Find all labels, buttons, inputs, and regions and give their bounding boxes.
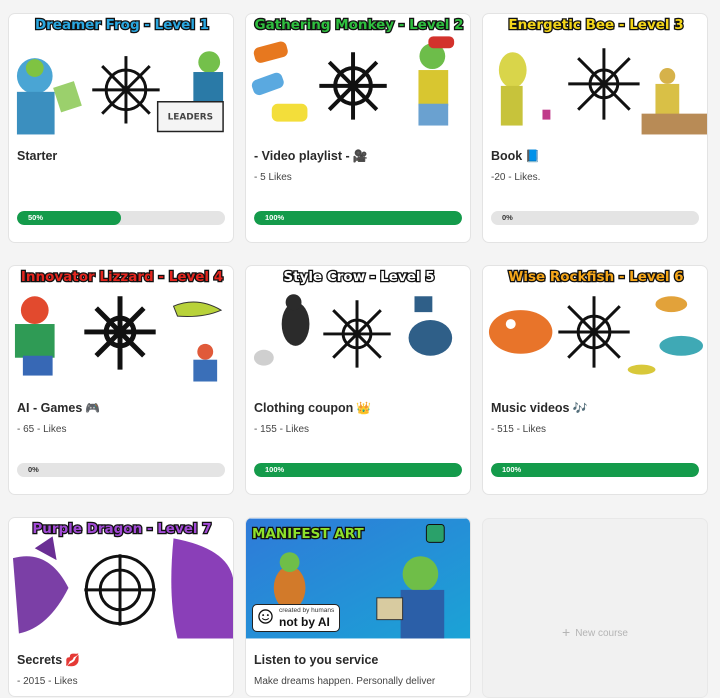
likes-count: - 2015 - Likes bbox=[17, 676, 78, 687]
level-banner: Purple Dragon - Level 7 bbox=[31, 520, 213, 539]
video-camera-icon: 🎥 bbox=[352, 149, 368, 163]
svg-text:Gathering Monkey - Level 2: Gathering Monkey - Level 2 bbox=[255, 17, 464, 33]
course-card-5[interactable]: Style Crow - Level 5 Clothing coupon 👑 - … bbox=[245, 265, 471, 495]
progress-label: 100% bbox=[502, 465, 522, 474]
progress-bar: 0% bbox=[491, 211, 699, 225]
badge-line-1: created by humans bbox=[279, 607, 335, 614]
likes-count: - 65 - Likes bbox=[17, 424, 67, 435]
progress-bar: 0% bbox=[17, 463, 225, 477]
smiley-icon bbox=[258, 609, 273, 624]
new-course-label: New course bbox=[575, 628, 628, 639]
svg-text:Wise Rockfish - Level 6: Wise Rockfish - Level 6 bbox=[508, 269, 683, 285]
gamepad-icon: 🎮 bbox=[85, 401, 101, 415]
progress-fill bbox=[254, 211, 462, 225]
progress-fill bbox=[491, 463, 699, 477]
course-card-7[interactable]: Purple Dragon - Level 7 Secrets 💋 - 2015 … bbox=[8, 517, 234, 697]
course-card-4[interactable]: Innovator Lizzard - Level 4 AI - Games 🎮 … bbox=[8, 265, 234, 495]
course-title: Music videos 🎶 bbox=[491, 401, 588, 415]
course-title: - Video playlist - 🎥 bbox=[254, 149, 368, 163]
svg-text:Purple Dragon - Level 7: Purple Dragon - Level 7 bbox=[32, 521, 211, 537]
course-card-6[interactable]: Wise Rockfish - Level 6 Music videos 🎶 - … bbox=[482, 265, 708, 495]
course-title: Listen to you service bbox=[254, 653, 379, 667]
likes-count: - 5 Likes bbox=[254, 172, 292, 183]
level-banner: Energetic Bee - Level 3 bbox=[507, 16, 685, 35]
course-title: AI - Games 🎮 bbox=[17, 401, 101, 415]
course-card-8[interactable]: MANIFEST ART created by humans not by AI… bbox=[245, 517, 471, 697]
progress-bar: 100% bbox=[491, 463, 699, 477]
level-banner: Dreamer Frog - Level 1 bbox=[34, 16, 211, 35]
level-banner: Innovator Lizzard - Level 4 bbox=[20, 268, 225, 287]
course-card-1[interactable]: LEADERS Dreamer Frog - Level 1 Starter 5… bbox=[8, 13, 234, 243]
badge-line-2: not by AI bbox=[279, 615, 330, 629]
course-title: Book 📘 bbox=[491, 149, 541, 163]
level-banner: Gathering Monkey - Level 2 bbox=[253, 16, 465, 35]
level-banner: Wise Rockfish - Level 6 bbox=[507, 268, 685, 287]
course-title: Starter bbox=[17, 149, 58, 163]
likes-count: - 515 - Likes bbox=[491, 424, 547, 435]
new-course-button[interactable]: + New course bbox=[482, 518, 708, 698]
svg-text:Style Crow - Level 5: Style Crow - Level 5 bbox=[283, 269, 434, 285]
progress-label: 100% bbox=[265, 465, 285, 474]
likes-count: -20 - Likes. bbox=[491, 172, 541, 183]
progress-bar: 100% bbox=[254, 463, 462, 477]
lips-icon: 💋 bbox=[65, 653, 81, 667]
crown-icon: 👑 bbox=[356, 401, 372, 415]
course-description: Make dreams happen. Personally deliver bbox=[254, 676, 436, 687]
plus-icon: + bbox=[562, 624, 571, 640]
svg-text:MANIFEST ART: MANIFEST ART bbox=[252, 526, 365, 542]
not-by-ai-badge: created by humans not by AI bbox=[252, 604, 340, 632]
progress-label: 100% bbox=[265, 213, 285, 222]
progress-label: 50% bbox=[28, 213, 44, 222]
svg-text:Innovator Lizzard - Level 4: Innovator Lizzard - Level 4 bbox=[21, 269, 223, 285]
blue-book-icon: 📘 bbox=[525, 149, 541, 163]
course-card-3[interactable]: Energetic Bee - Level 3 Book 📘 -20 - Like… bbox=[482, 13, 708, 243]
progress-label: 0% bbox=[502, 213, 513, 222]
svg-text:Dreamer Frog - Level 1: Dreamer Frog - Level 1 bbox=[35, 17, 209, 33]
progress-bar: 50% bbox=[17, 211, 225, 225]
likes-count: - 155 - Likes bbox=[254, 424, 310, 435]
music-notes-icon: 🎶 bbox=[572, 401, 588, 415]
course-title: Secrets 💋 bbox=[17, 653, 81, 667]
svg-text:LEADERS: LEADERS bbox=[168, 113, 213, 123]
manifest-art-banner: MANIFEST ART bbox=[251, 525, 366, 544]
progress-label: 0% bbox=[28, 465, 39, 474]
level-banner: Style Crow - Level 5 bbox=[282, 268, 436, 287]
course-card-2[interactable]: Gathering Monkey - Level 2 - Video playl… bbox=[245, 13, 471, 243]
course-title: Clothing coupon 👑 bbox=[254, 401, 372, 415]
svg-text:Energetic Bee - Level 3: Energetic Bee - Level 3 bbox=[508, 17, 683, 33]
progress-fill bbox=[254, 463, 462, 477]
progress-bar: 100% bbox=[254, 211, 462, 225]
